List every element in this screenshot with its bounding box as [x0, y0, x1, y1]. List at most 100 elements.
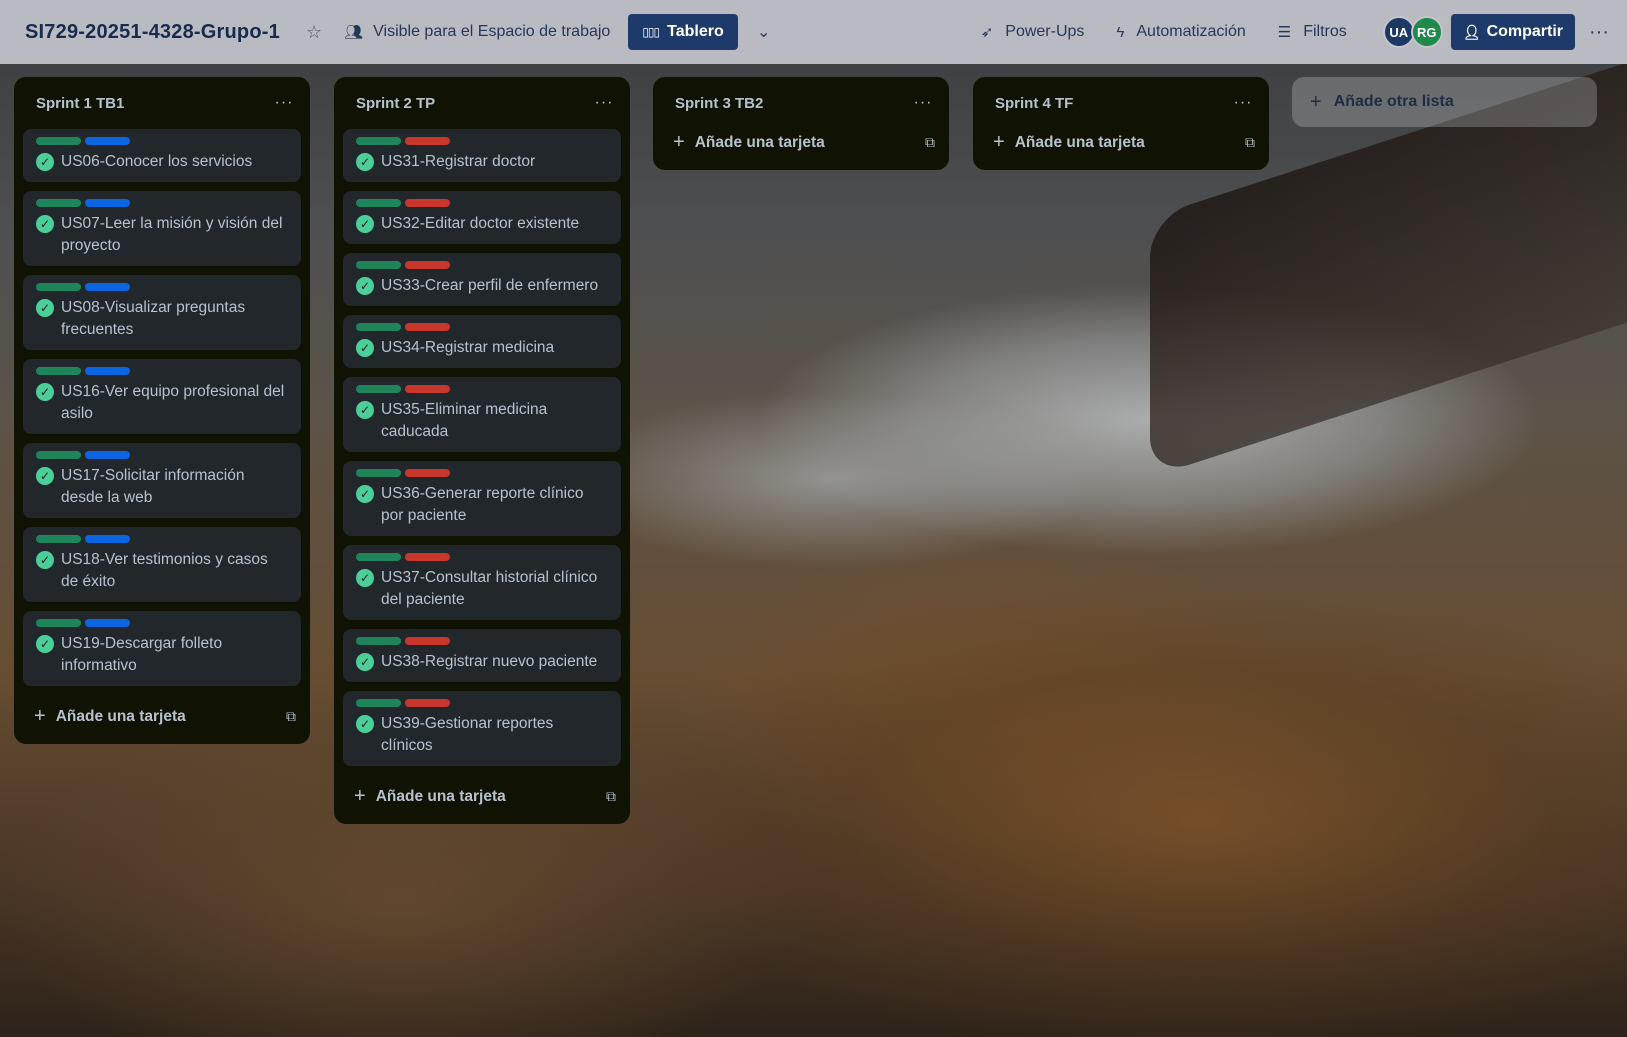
card-label-green[interactable]: [36, 137, 81, 145]
card-label-red[interactable]: [405, 469, 450, 477]
card-label-green[interactable]: [36, 619, 81, 627]
card-label-green[interactable]: [356, 637, 401, 645]
card-label-green[interactable]: [36, 535, 81, 543]
card-label-red[interactable]: [405, 553, 450, 561]
list-title[interactable]: Sprint 3 TB2: [675, 95, 763, 112]
avatar[interactable]: UA: [1382, 16, 1415, 48]
list-title[interactable]: Sprint 2 TP: [356, 95, 435, 112]
check-circle-icon[interactable]: ✓: [36, 383, 54, 401]
card-label-green[interactable]: [36, 199, 81, 207]
template-icon[interactable]: ⧉: [606, 788, 616, 805]
add-list-button[interactable]: + Añade otra lista: [1292, 77, 1597, 127]
add-card-button[interactable]: + Añade una tarjeta ⧉: [653, 129, 949, 160]
share-button[interactable]: 👤︎ Compartir: [1450, 14, 1576, 50]
template-icon[interactable]: ⧉: [925, 134, 935, 151]
check-circle-icon[interactable]: ✓: [36, 153, 54, 171]
filters-button[interactable]: ☰ Filtros: [1278, 23, 1347, 41]
card[interactable]: ✓ US17-Solicitar información desde la web: [23, 443, 301, 518]
card[interactable]: ✓ US32-Editar doctor existente: [343, 191, 621, 244]
card-label-blue[interactable]: [85, 535, 130, 543]
card-label-green[interactable]: [36, 283, 81, 291]
automation-label: Automatización: [1136, 23, 1246, 40]
card-label-green[interactable]: [36, 451, 81, 459]
card[interactable]: ✓ US35-Eliminar medicina caducada: [343, 377, 621, 452]
add-card-button[interactable]: + Añade una tarjeta ⧉: [973, 129, 1269, 160]
visibility-button[interactable]: 👥︎ Visible para el Espacio de trabajo: [344, 23, 610, 41]
check-circle-icon[interactable]: ✓: [36, 467, 54, 485]
card-label-green[interactable]: [36, 367, 81, 375]
card-label-blue[interactable]: [85, 199, 130, 207]
check-circle-icon[interactable]: ✓: [356, 339, 374, 357]
card-label-red[interactable]: [405, 137, 450, 145]
check-circle-icon[interactable]: ✓: [356, 215, 374, 233]
card-label-green[interactable]: [356, 385, 401, 393]
card[interactable]: ✓ US33-Crear perfil de enfermero: [343, 253, 621, 306]
card[interactable]: ✓ US34-Registrar medicina: [343, 315, 621, 368]
card-label-blue[interactable]: [85, 137, 130, 145]
check-circle-icon[interactable]: ✓: [36, 299, 54, 317]
card-label-green[interactable]: [356, 261, 401, 269]
check-circle-icon[interactable]: ✓: [356, 715, 374, 733]
card-label-green[interactable]: [356, 323, 401, 331]
card-label-blue[interactable]: [85, 367, 130, 375]
card[interactable]: ✓ US37-Consultar historial clínico del pa…: [343, 545, 621, 620]
card[interactable]: ✓ US19-Descargar folleto informativo: [23, 611, 301, 686]
check-circle-icon[interactable]: ✓: [356, 277, 374, 295]
card[interactable]: ✓ US39-Gestionar reportes clínicos: [343, 691, 621, 766]
plus-icon: +: [1310, 90, 1322, 113]
list-title[interactable]: Sprint 1 TB1: [36, 95, 124, 112]
more-icon[interactable]: ···: [1589, 21, 1609, 44]
chevron-down-icon[interactable]: ⌄: [752, 22, 776, 42]
card[interactable]: ✓ US36-Generar reporte clínico por pacien…: [343, 461, 621, 536]
star-icon[interactable]: ☆: [306, 22, 322, 43]
board-title[interactable]: SI729-20251-4328-Grupo-1: [25, 21, 280, 44]
card[interactable]: ✓ US31-Registrar doctor: [343, 129, 621, 182]
card-labels: [356, 137, 609, 145]
check-circle-icon[interactable]: ✓: [356, 485, 374, 503]
card-label-green[interactable]: [356, 199, 401, 207]
card-label-red[interactable]: [405, 323, 450, 331]
template-icon[interactable]: ⧉: [1245, 134, 1255, 151]
automation-button[interactable]: ϟ Automatización: [1116, 23, 1245, 41]
card-label-blue[interactable]: [85, 283, 130, 291]
more-icon[interactable]: ···: [909, 94, 937, 112]
card-label-red[interactable]: [405, 637, 450, 645]
avatar[interactable]: RG: [1410, 16, 1443, 48]
card-label-green[interactable]: [356, 469, 401, 477]
check-circle-icon[interactable]: ✓: [36, 551, 54, 569]
card-label-green[interactable]: [356, 553, 401, 561]
card-label-blue[interactable]: [85, 619, 130, 627]
card-label-green[interactable]: [356, 137, 401, 145]
card-label-red[interactable]: [405, 385, 450, 393]
card[interactable]: ✓ US38-Registrar nuevo paciente: [343, 629, 621, 682]
add-card-label: Añade una tarjeta: [694, 133, 825, 151]
card-label-green[interactable]: [356, 699, 401, 707]
add-card-button[interactable]: + Añade una tarjeta ⧉: [14, 695, 310, 734]
check-circle-icon[interactable]: ✓: [36, 215, 54, 233]
card-label-red[interactable]: [405, 199, 450, 207]
powerups-button[interactable]: ➶ Power-Ups: [981, 23, 1085, 41]
plus-icon: +: [673, 131, 685, 153]
check-circle-icon[interactable]: ✓: [356, 569, 374, 587]
list-sprint-2: Sprint 2 TP ··· ✓ US31-Registrar doctor ✓ U…: [334, 77, 630, 824]
card[interactable]: ✓ US16-Ver equipo profesional del asilo: [23, 359, 301, 434]
template-icon[interactable]: ⧉: [286, 708, 296, 725]
list-title[interactable]: Sprint 4 TF: [995, 95, 1073, 112]
card[interactable]: ✓ US06-Conocer los servicios: [23, 129, 301, 182]
card-labels: [36, 367, 289, 375]
more-icon[interactable]: ···: [590, 94, 618, 112]
more-icon[interactable]: ···: [1229, 94, 1257, 112]
more-icon[interactable]: ···: [270, 94, 298, 112]
check-circle-icon[interactable]: ✓: [356, 653, 374, 671]
card-label-red[interactable]: [405, 261, 450, 269]
card-label-red[interactable]: [405, 699, 450, 707]
card[interactable]: ✓ US18-Ver testimonios y casos de éxito: [23, 527, 301, 602]
card[interactable]: ✓ US08-Visualizar preguntas frecuentes: [23, 275, 301, 350]
check-circle-icon[interactable]: ✓: [36, 635, 54, 653]
add-card-button[interactable]: + Añade una tarjeta ⧉: [334, 775, 630, 814]
board-view-button[interactable]: ▯▯▯ Tablero: [628, 14, 738, 50]
check-circle-icon[interactable]: ✓: [356, 401, 374, 419]
check-circle-icon[interactable]: ✓: [356, 153, 374, 171]
card[interactable]: ✓ US07-Leer la misión y visión del proyec…: [23, 191, 301, 266]
card-label-blue[interactable]: [85, 451, 130, 459]
